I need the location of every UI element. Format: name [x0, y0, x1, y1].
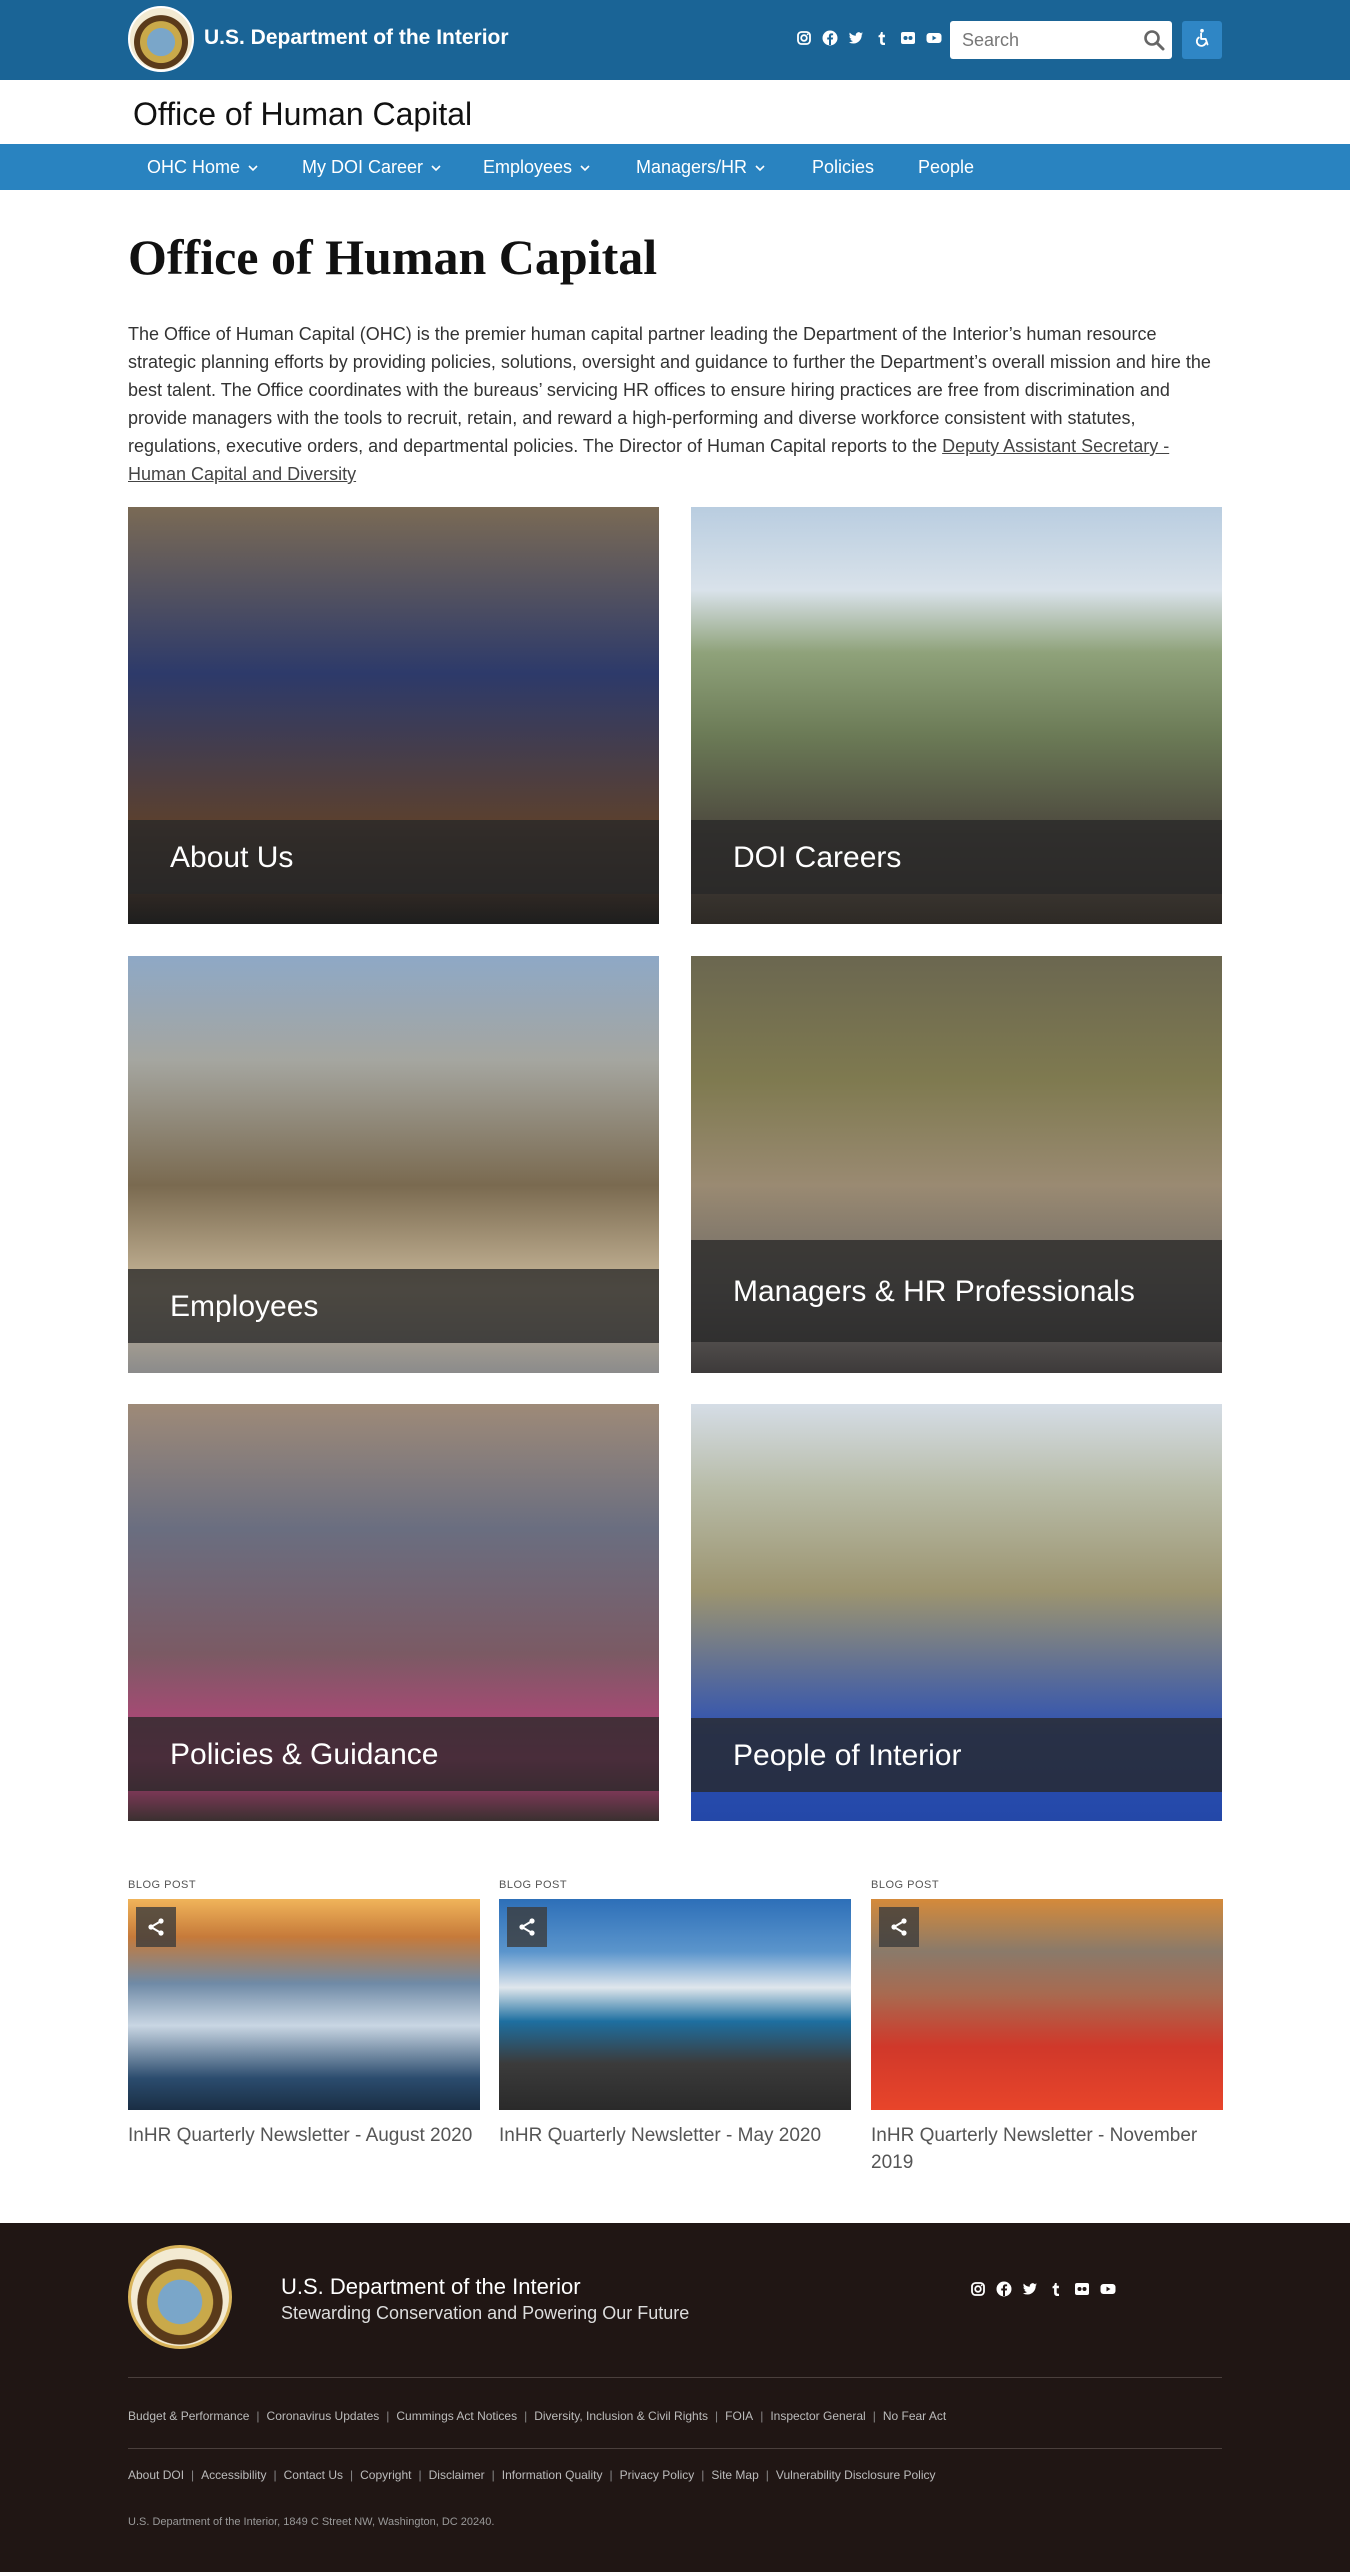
blog-post-title[interactable]: InHR Quarterly Newsletter - August 2020 — [128, 2122, 480, 2149]
nav-item-ohc-home[interactable]: OHC Home — [147, 157, 258, 178]
nav-item-label: Managers/HR — [636, 157, 748, 177]
twitter-icon[interactable] — [848, 30, 864, 46]
nav-item-label: Policies — [812, 157, 875, 177]
accessibility-button[interactable] — [1182, 21, 1222, 59]
footer-link[interactable]: Vulnerability Disclosure Policy — [776, 2468, 936, 2482]
chevron-down-icon — [580, 164, 590, 171]
footer-address: U.S. Department of the Interior, 1849 C … — [128, 2516, 495, 2528]
blog-post-tag: BLOG POST — [499, 1879, 568, 1891]
footer-title: U.S. Department of the Interior — [281, 2274, 581, 2299]
chevron-down-icon — [755, 164, 765, 171]
blog-post-image[interactable] — [499, 1899, 851, 2110]
youtube-icon[interactable] — [1100, 2281, 1116, 2297]
instagram-icon[interactable] — [970, 2281, 986, 2297]
footer-link[interactable]: About DOI — [128, 2468, 184, 2482]
tumblr-icon[interactable] — [874, 30, 890, 46]
site-footer: U.S. Department of the Interior Stewardi… — [0, 2223, 1350, 2572]
tumblr-icon[interactable] — [1048, 2281, 1064, 2297]
doi-seal-logo[interactable] — [128, 2245, 232, 2349]
blog-post-image[interactable] — [871, 1899, 1223, 2110]
footer-link[interactable]: No Fear Act — [883, 2409, 946, 2423]
footer-links-primary: Budget & Performance | Coronavirus Update… — [128, 2409, 947, 2423]
footer-link[interactable]: Site Map — [711, 2468, 758, 2482]
tile-caption: Policies & Guidance — [128, 1717, 659, 1791]
tile-policies-guidance[interactable]: Policies & Guidance — [128, 1404, 659, 1821]
blog-post-title[interactable]: InHR Quarterly Newsletter - May 2020 — [499, 2122, 851, 2149]
footer-link[interactable]: Coronavirus Updates — [267, 2409, 380, 2423]
nav-item-label: People — [918, 157, 975, 177]
blog-post-tag: BLOG POST — [128, 1879, 197, 1891]
instagram-icon[interactable] — [796, 30, 812, 46]
tile-people-of-interior[interactable]: People of Interior — [691, 1404, 1222, 1821]
footer-link[interactable]: Copyright — [360, 2468, 411, 2482]
share-icon[interactable] — [136, 1907, 176, 1947]
nav-item-label: Employees — [483, 157, 573, 177]
nav-item-employees[interactable]: Employees — [483, 157, 590, 178]
footer-link[interactable]: Disclaimer — [429, 2468, 485, 2482]
nav-item-label: OHC Home — [147, 157, 241, 177]
office-header: Office of Human Capital — [0, 80, 1350, 144]
footer-link[interactable]: Diversity, Inclusion & Civil Rights — [534, 2409, 708, 2423]
facebook-icon[interactable] — [822, 30, 838, 46]
twitter-icon[interactable] — [1022, 2281, 1038, 2297]
footer-link[interactable]: Privacy Policy — [620, 2468, 695, 2482]
chevron-down-icon — [248, 164, 258, 171]
top-bar: U.S. Department of the Interior — [0, 0, 1350, 80]
youtube-icon[interactable] — [926, 30, 942, 46]
footer-social-links — [970, 2281, 1116, 2297]
tile-about-us[interactable]: About Us — [128, 507, 659, 924]
tile-managers-hr-professionals[interactable]: Managers & HR Professionals — [691, 956, 1222, 1373]
footer-link[interactable]: FOIA — [725, 2409, 753, 2423]
social-links — [796, 30, 942, 46]
office-name[interactable]: Office of Human Capital — [133, 96, 472, 133]
tile-doi-careers[interactable]: DOI Careers — [691, 507, 1222, 924]
footer-link[interactable]: Contact Us — [284, 2468, 343, 2482]
search-input[interactable] — [950, 21, 1130, 59]
footer-divider — [128, 2448, 1222, 2449]
search-form — [950, 21, 1172, 59]
nav-item-my-doi-career[interactable]: My DOI Career — [302, 157, 441, 178]
intro-paragraph: The Office of Human Capital (OHC) is the… — [128, 320, 1222, 488]
flickr-icon[interactable] — [1074, 2281, 1090, 2297]
tile-caption: About Us — [128, 820, 659, 894]
nav-item-policies[interactable]: Policies — [812, 157, 874, 178]
nav-item-people[interactable]: People — [918, 157, 974, 178]
chevron-down-icon — [431, 164, 441, 171]
site-brand[interactable]: U.S. Department of the Interior — [204, 26, 509, 50]
footer-links-secondary: About DOI | Accessibility | Contact Us | Co… — [128, 2468, 936, 2482]
footer-link[interactable]: Information Quality — [502, 2468, 603, 2482]
flickr-icon[interactable] — [900, 30, 916, 46]
nav-item-label: My DOI Career — [302, 157, 424, 177]
tile-caption: People of Interior — [691, 1718, 1222, 1792]
facebook-icon[interactable] — [996, 2281, 1012, 2297]
blog-post-tag: BLOG POST — [871, 1879, 940, 1891]
footer-link[interactable]: Cummings Act Notices — [396, 2409, 517, 2423]
footer-link[interactable]: Inspector General — [770, 2409, 865, 2423]
tile-employees[interactable]: Employees — [128, 956, 659, 1373]
page-title: Office of Human Capital — [128, 229, 658, 285]
footer-link[interactable]: Budget & Performance — [128, 2409, 249, 2423]
tile-caption: DOI Careers — [691, 820, 1222, 894]
tile-caption: Managers & HR Professionals — [691, 1240, 1222, 1342]
footer-subtitle: Stewarding Conservation and Powering Our… — [281, 2303, 690, 2323]
share-icon[interactable] — [507, 1907, 547, 1947]
blog-post-title[interactable]: InHR Quarterly Newsletter - November 201… — [871, 2122, 1223, 2176]
search-icon[interactable] — [1142, 28, 1166, 52]
main-nav: OHC Home My DOI Career Employees Manager… — [0, 144, 1350, 190]
tile-caption: Employees — [128, 1269, 659, 1343]
share-icon[interactable] — [879, 1907, 919, 1947]
doi-seal-logo[interactable] — [128, 6, 194, 72]
blog-post-image[interactable] — [128, 1899, 480, 2110]
accessibility-icon — [1191, 27, 1213, 54]
nav-item-managers-hr[interactable]: Managers/HR — [636, 157, 765, 178]
footer-divider — [128, 2377, 1222, 2378]
footer-link[interactable]: Accessibility — [201, 2468, 266, 2482]
